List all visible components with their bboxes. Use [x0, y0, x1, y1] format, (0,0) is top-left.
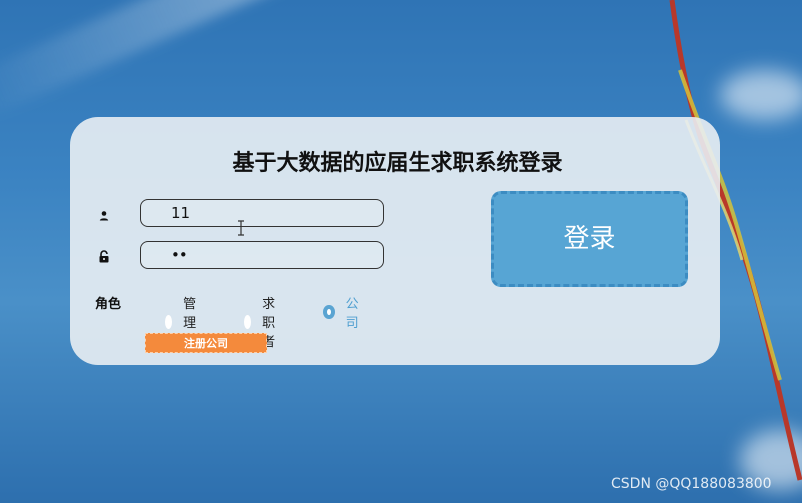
- username-value: 11: [171, 204, 191, 222]
- password-input[interactable]: ••: [140, 241, 384, 269]
- lock-icon: [98, 248, 110, 263]
- watermark: CSDN @QQ188083800: [611, 476, 772, 492]
- login-card: 基于大数据的应届生求职系统登录 11 •• 角色 管理员 求职者 公司 注册公司…: [70, 117, 720, 365]
- user-icon: [98, 207, 110, 221]
- username-input[interactable]: 11: [140, 199, 384, 227]
- role-label: 角色: [95, 297, 122, 312]
- login-button[interactable]: 登录: [491, 191, 688, 287]
- register-company-button[interactable]: 注册公司: [145, 333, 267, 353]
- page-title: 基于大数据的应届生求职系统登录: [232, 151, 563, 176]
- radio-admin-dot[interactable]: [165, 314, 173, 329]
- radio-company-label: 公司: [345, 297, 359, 331]
- text-cursor-icon: [238, 220, 244, 236]
- radio-company[interactable]: 公司: [323, 293, 361, 331]
- radio-jobseeker-dot[interactable]: [244, 314, 252, 329]
- radio-company-dot[interactable]: [323, 305, 335, 319]
- password-value: ••: [171, 246, 188, 264]
